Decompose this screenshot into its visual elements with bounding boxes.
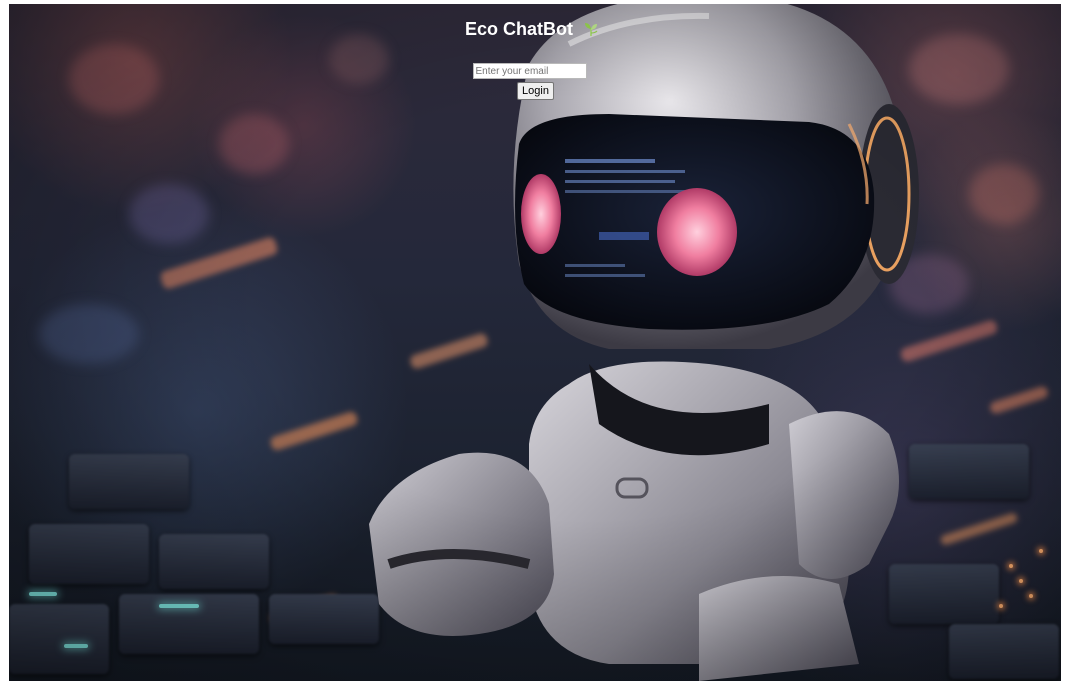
background-frame — [9, 4, 1061, 681]
app-header: Eco ChatBot — [0, 17, 1065, 41]
login-form: Login — [0, 63, 1065, 100]
email-input[interactable] — [472, 63, 587, 79]
robot-illustration — [369, 4, 919, 681]
page-title: Eco ChatBot — [464, 19, 573, 39]
leaf-sprout-icon — [585, 23, 598, 36]
login-button[interactable]: Login — [517, 82, 554, 100]
